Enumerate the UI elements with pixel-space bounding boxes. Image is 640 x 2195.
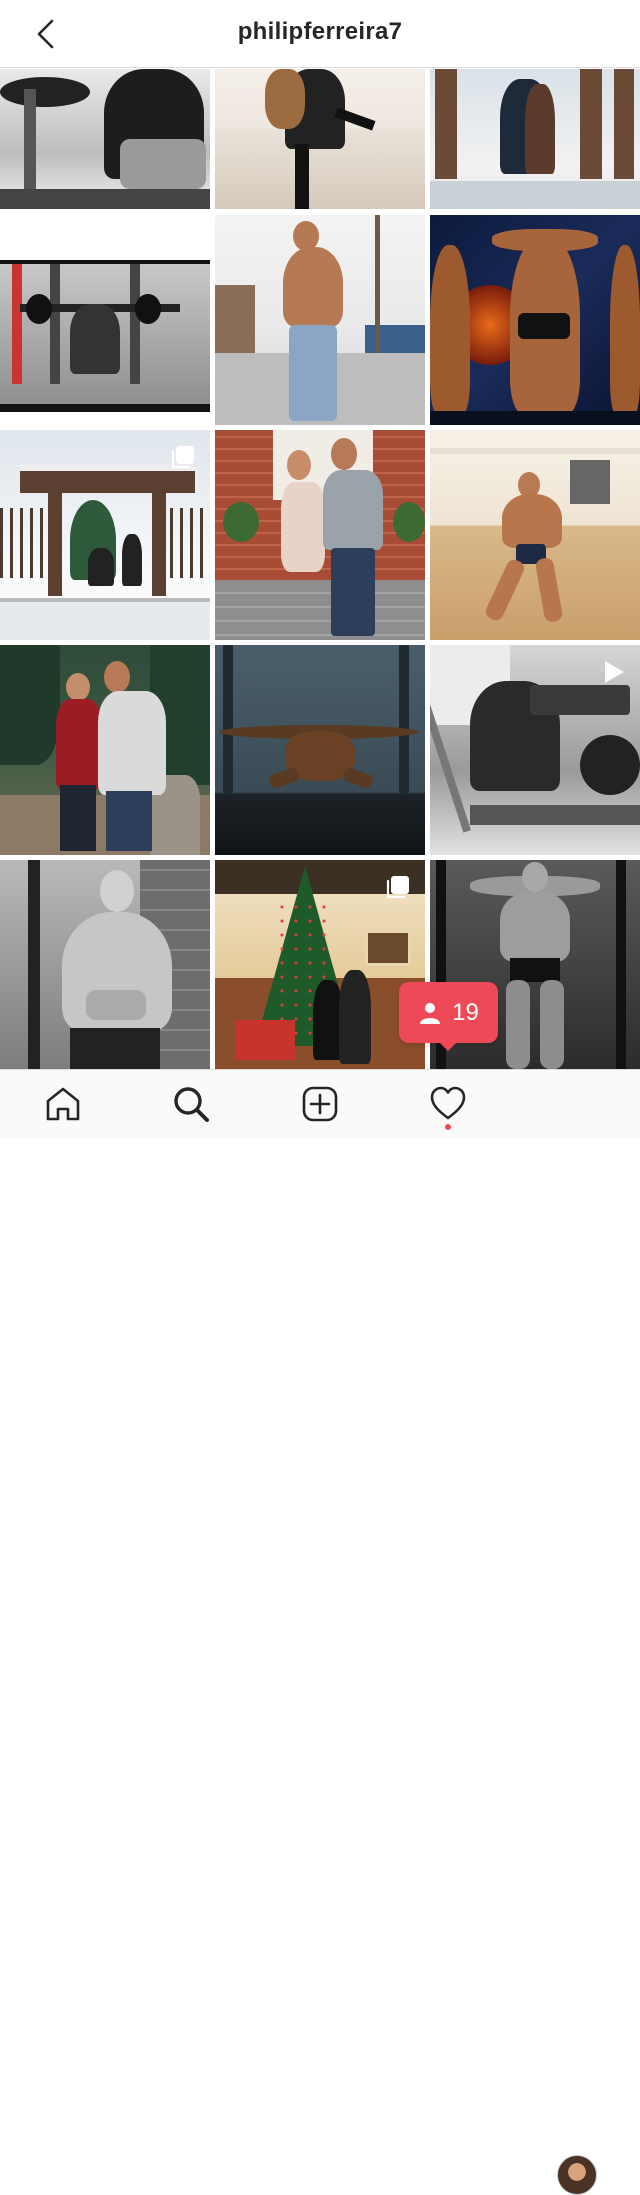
badge-pointer bbox=[437, 1040, 459, 1051]
activity-notification-badge[interactable]: 19 bbox=[399, 982, 498, 1043]
post-thumbnail[interactable] bbox=[0, 860, 210, 1069]
activity-indicator-dot bbox=[445, 1124, 451, 1130]
tab-new-post[interactable] bbox=[300, 1084, 340, 1124]
post-thumbnail[interactable] bbox=[430, 430, 640, 640]
post-thumbnail[interactable] bbox=[215, 860, 425, 1069]
bottom-tab-bar bbox=[0, 1069, 640, 2195]
tab-search[interactable] bbox=[171, 1084, 211, 1124]
heart-icon bbox=[430, 1086, 466, 1120]
carousel-icon bbox=[386, 876, 409, 899]
post-thumbnail[interactable] bbox=[215, 430, 425, 640]
post-thumbnail[interactable] bbox=[430, 645, 640, 855]
post-thumbnail[interactable] bbox=[430, 215, 640, 425]
person-icon bbox=[420, 1002, 441, 1024]
post-thumbnail[interactable] bbox=[215, 69, 425, 209]
top-bar: philipferreira7 bbox=[0, 0, 640, 68]
video-icon bbox=[605, 661, 624, 683]
post-thumbnail[interactable] bbox=[430, 69, 640, 209]
post-thumbnail[interactable] bbox=[0, 69, 210, 209]
tab-profile-avatar[interactable] bbox=[557, 2155, 597, 2195]
post-thumbnail[interactable] bbox=[0, 215, 210, 425]
home-icon bbox=[46, 1087, 80, 1121]
post-thumbnail[interactable] bbox=[0, 430, 210, 640]
carousel-icon bbox=[171, 446, 194, 469]
search-icon bbox=[174, 1087, 209, 1122]
post-thumbnail[interactable] bbox=[0, 645, 210, 855]
tab-activity[interactable] bbox=[428, 1084, 468, 1124]
post-thumbnail[interactable] bbox=[215, 215, 425, 425]
posts-grid bbox=[0, 69, 640, 1069]
post-thumbnail[interactable] bbox=[215, 645, 425, 855]
profile-username: philipferreira7 bbox=[237, 18, 403, 45]
tab-home[interactable] bbox=[43, 1084, 83, 1124]
follower-count: 19 bbox=[452, 998, 479, 1026]
add-square-icon bbox=[302, 1086, 338, 1122]
